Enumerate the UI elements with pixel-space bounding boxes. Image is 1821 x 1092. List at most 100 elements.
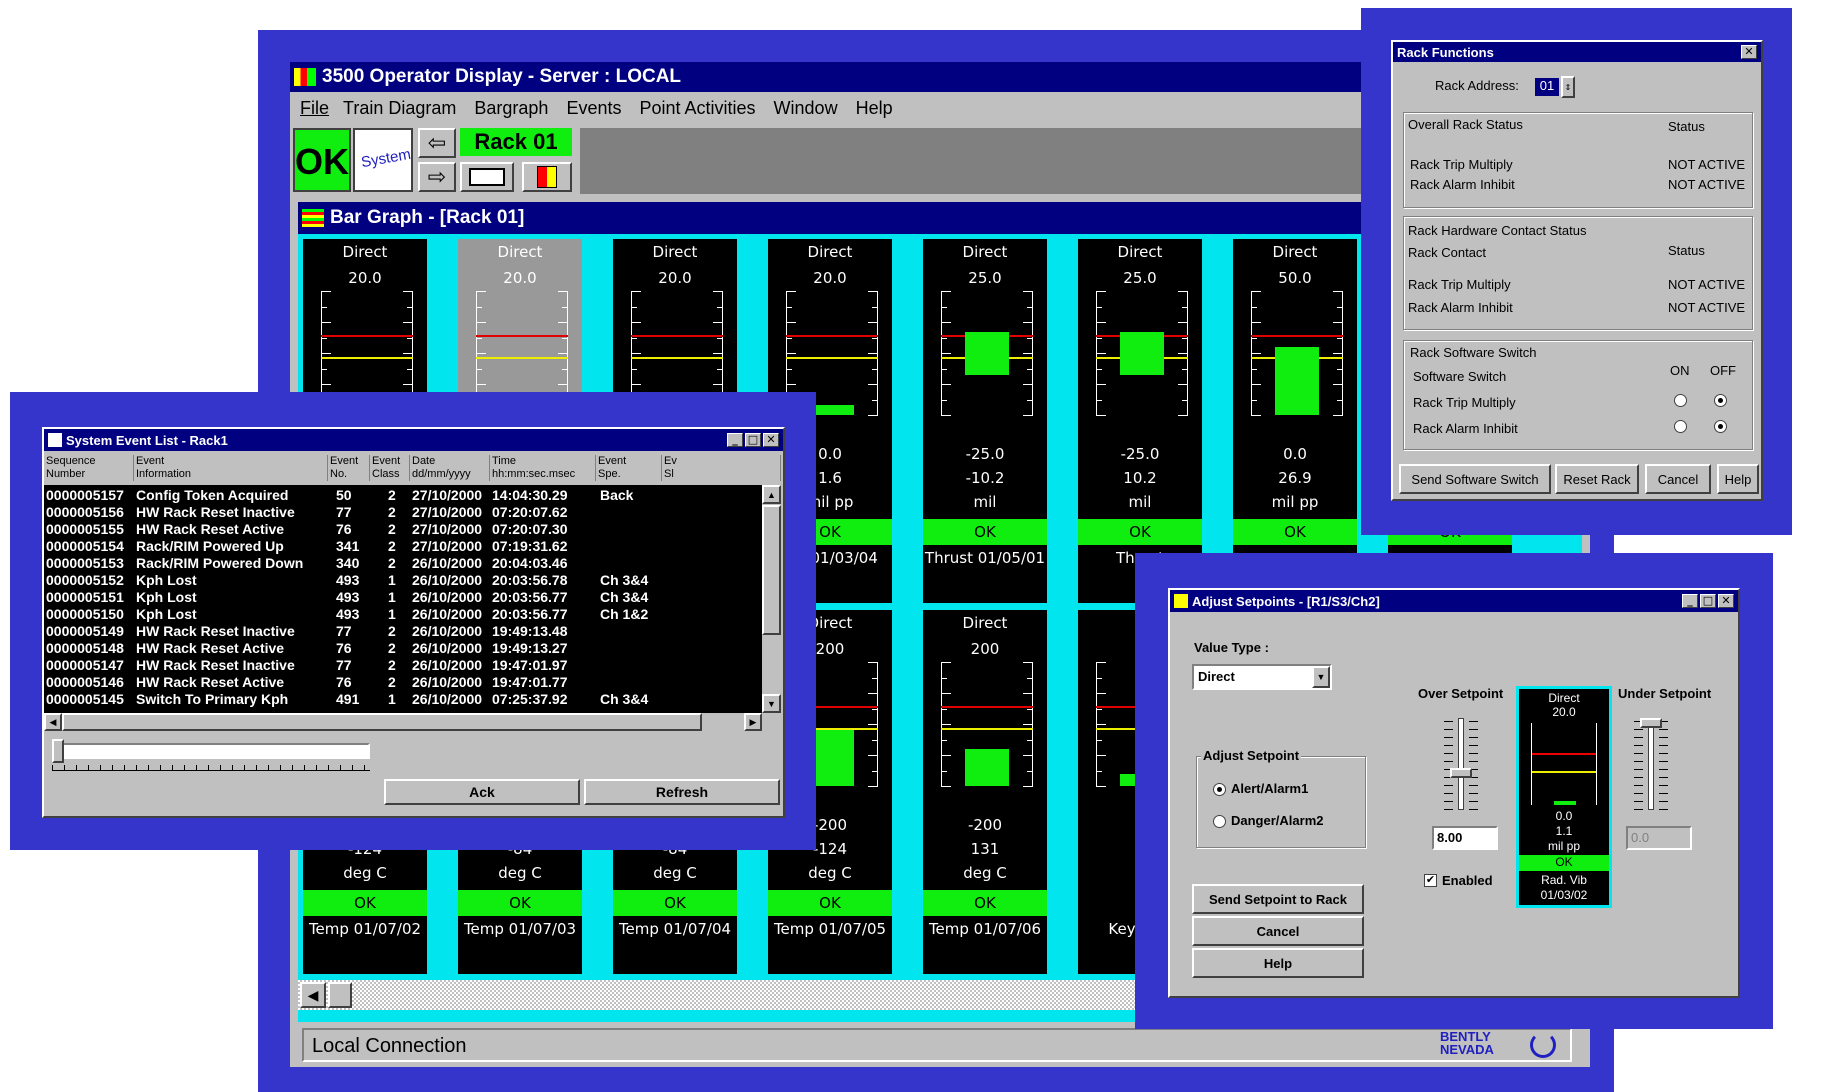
- menu-point-activities[interactable]: Point Activities: [639, 98, 755, 122]
- bargraph-cell[interactable]: Direct25.0-25.010.2milOKThrust: [1075, 236, 1205, 606]
- cancel-button[interactable]: Cancel: [1192, 916, 1364, 946]
- column-header[interactable]: Event Spe.: [598, 455, 662, 481]
- help-button[interactable]: Help: [1717, 464, 1759, 494]
- table-row[interactable]: 0000005157 Config Token Acquired 50 2 27/10/…: [44, 487, 762, 504]
- table-row[interactable]: 0000005145 Switch To Primary Kph 491 1 26/10…: [44, 691, 762, 708]
- danger-alarm2-radio[interactable]: [1213, 815, 1226, 828]
- enabled-checkbox[interactable]: ✔: [1424, 874, 1437, 887]
- ack-button[interactable]: Ack: [384, 779, 580, 805]
- alarm-inhibit-off-radio[interactable]: [1714, 420, 1727, 433]
- minimize-button[interactable]: _: [1682, 594, 1698, 608]
- under-setpoint-input[interactable]: 0.0: [1626, 826, 1692, 850]
- scale-tick: [1027, 306, 1033, 308]
- scale-tick: [786, 368, 792, 370]
- table-row[interactable]: 0000005150 Kph Lost 493 1 26/10/2000 20:03:56…: [44, 606, 762, 623]
- close-button[interactable]: ✕: [1741, 45, 1757, 59]
- event-list-hscrollbar[interactable]: ◀ ▶: [44, 713, 762, 731]
- scale-tick: [1251, 306, 1257, 308]
- table-row[interactable]: 0000005153 Rack/RIM Powered Down 340 2 26/10…: [44, 555, 762, 572]
- minimize-button[interactable]: _: [727, 433, 743, 447]
- trip-multiply-off-radio[interactable]: [1714, 394, 1727, 407]
- under-setpoint-slider[interactable]: [1634, 718, 1668, 810]
- over-setpoint-input[interactable]: 8.00: [1432, 826, 1498, 850]
- scale-tick: [1337, 368, 1343, 370]
- menu-window[interactable]: Window: [774, 98, 838, 122]
- close-button[interactable]: ✕: [1718, 594, 1734, 608]
- rack-address-field[interactable]: 01: [1535, 78, 1559, 96]
- column-header[interactable]: Ev Sl: [664, 455, 781, 481]
- table-cell: 07:20:07.30: [492, 521, 568, 537]
- overall-alarm-inhibit-status: NOT ACTIVE: [1668, 177, 1746, 192]
- mini-alert-line: [1532, 771, 1596, 773]
- bargraph-button[interactable]: [522, 162, 572, 192]
- table-row[interactable]: 0000005154 Rack/RIM Powered Up 341 2 27/10/2…: [44, 538, 762, 555]
- scroll-right-button[interactable]: ▶: [744, 713, 762, 731]
- table-row[interactable]: 0000005147 HW Rack Reset Inactive 77 2 26/10…: [44, 657, 762, 674]
- menu-file[interactable]: File: [300, 98, 329, 122]
- bargraph-cell[interactable]: Direct 25.0 -25.0 -10.2 mil OK Thrust 01/05/01: [920, 236, 1050, 606]
- trip-multiply-on-radio[interactable]: [1674, 394, 1687, 407]
- scroll-up-button[interactable]: ▲: [762, 485, 781, 504]
- scroll-left-button[interactable]: ◀: [300, 982, 326, 1008]
- table-row[interactable]: 0000005149 HW Rack Reset Inactive 77 2 26/10…: [44, 623, 762, 640]
- over-setpoint-slider[interactable]: [1444, 718, 1478, 810]
- table-row[interactable]: 0000005148 HW Rack Reset Active 76 2 26/10/2…: [44, 640, 762, 657]
- table-row[interactable]: 0000005151 Kph Lost 493 1 26/10/2000 20:03:56…: [44, 589, 762, 606]
- under-slider-thumb[interactable]: [1640, 718, 1662, 728]
- event-list-slider[interactable]: [52, 739, 370, 773]
- column-header[interactable]: Event Information: [136, 455, 328, 481]
- rack-view-button[interactable]: [460, 162, 514, 192]
- column-header[interactable]: Time hh:mm:sec.msec: [492, 455, 596, 481]
- bargraph-cell[interactable]: Direct 200 -200 131 deg C OK Temp 01/07/06: [920, 607, 1050, 977]
- back-arrow-button[interactable]: ⇦: [418, 128, 456, 158]
- system-button[interactable]: System: [353, 128, 413, 192]
- cancel-button[interactable]: Cancel: [1645, 464, 1711, 494]
- scroll-thumb-h[interactable]: [62, 713, 702, 731]
- scale-tick: [562, 368, 568, 370]
- event-list-titlebar: System Event List - Rack1 _ □ ✕: [44, 429, 783, 451]
- alert-line: [476, 357, 568, 359]
- menu-help[interactable]: Help: [856, 98, 893, 122]
- cell-mode: Direct: [962, 243, 1008, 261]
- scroll-down-button[interactable]: ▼: [762, 694, 781, 713]
- rack-address-spinner[interactable]: ⇕: [1561, 76, 1575, 98]
- event-list-vscrollbar[interactable]: ▲ ▼: [762, 485, 781, 713]
- column-header[interactable]: Sequence Number: [46, 455, 134, 481]
- scroll-thumb[interactable]: [328, 982, 352, 1008]
- status-ok-indicator[interactable]: OK: [293, 128, 351, 192]
- menu-bargraph[interactable]: Bargraph: [474, 98, 548, 122]
- close-button[interactable]: ✕: [763, 433, 779, 447]
- maximize-button[interactable]: □: [1700, 594, 1716, 608]
- slider-thumb[interactable]: [52, 739, 64, 763]
- table-row[interactable]: 0000005152 Kph Lost 493 1 26/10/2000 20:03:56…: [44, 572, 762, 589]
- menu-events[interactable]: Events: [566, 98, 621, 122]
- refresh-button[interactable]: Refresh: [584, 779, 780, 805]
- scale-tick: [1178, 322, 1188, 323]
- table-row[interactable]: 0000005155 HW Rack Reset Active 76 2 27/10/2…: [44, 521, 762, 538]
- scroll-thumb[interactable]: [762, 505, 781, 635]
- scroll-left-button[interactable]: ◀: [44, 713, 62, 731]
- maximize-button[interactable]: □: [745, 433, 761, 447]
- table-row[interactable]: 0000005156 HW Rack Reset Inactive 77 2 27/10…: [44, 504, 762, 521]
- column-header[interactable]: Event No.: [330, 455, 370, 481]
- alert-alarm1-radio[interactable]: [1213, 783, 1226, 796]
- table-cell: 0000005149: [46, 623, 124, 639]
- send-software-switch-button[interactable]: Send Software Switch: [1399, 464, 1551, 494]
- column-header[interactable]: Date dd/mm/yyyy: [412, 455, 490, 481]
- column-header[interactable]: Event Class: [372, 455, 410, 481]
- menu-train-diagram[interactable]: Train Diagram: [343, 98, 456, 122]
- cell-label: Temp 01/07/06: [928, 920, 1042, 938]
- table-row[interactable]: 0000005146 HW Rack Reset Active 76 2 26/10/2…: [44, 674, 762, 691]
- over-slider-thumb[interactable]: [1450, 768, 1472, 778]
- send-setpoint-button[interactable]: Send Setpoint to Rack: [1192, 884, 1364, 914]
- table-cell: 2: [388, 555, 396, 571]
- value-type-select[interactable]: Direct ▼: [1192, 664, 1332, 690]
- help-button[interactable]: Help: [1192, 948, 1364, 978]
- forward-arrow-button[interactable]: ⇨: [418, 162, 456, 192]
- alarm-inhibit-on-radio[interactable]: [1674, 420, 1687, 433]
- bargraph-cell[interactable]: Direct 50.0 0.0 26.9 mil pp OK: [1230, 236, 1360, 606]
- reset-rack-button[interactable]: Reset Rack: [1555, 464, 1639, 494]
- scale-tick: [941, 415, 951, 416]
- scale-tick: [1096, 693, 1106, 694]
- chevron-down-icon[interactable]: ▼: [1312, 666, 1330, 688]
